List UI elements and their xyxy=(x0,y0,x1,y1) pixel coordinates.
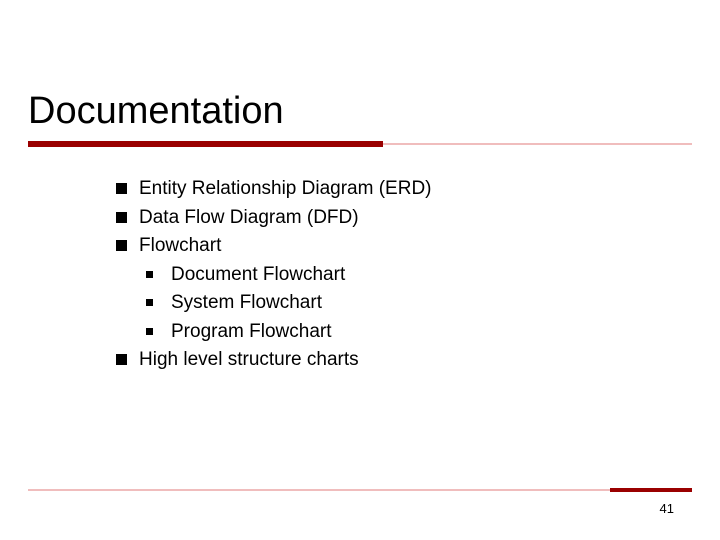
page-number: 41 xyxy=(660,501,674,516)
bullet-text: High level structure charts xyxy=(139,346,359,375)
sub-bullet-text: Document Flowchart xyxy=(171,261,345,290)
sub-bullet-item: System Flowchart xyxy=(146,289,692,318)
bullet-square-icon xyxy=(116,354,127,365)
footer-light-segment xyxy=(28,489,610,491)
sub-bullet-square-icon xyxy=(146,299,153,306)
bullet-list: Entity Relationship Diagram (ERD) Data F… xyxy=(116,175,692,375)
sub-bullet-square-icon xyxy=(146,271,153,278)
slide-content: Entity Relationship Diagram (ERD) Data F… xyxy=(28,173,692,375)
sub-bullet-list: Document Flowchart System Flowchart Prog… xyxy=(116,261,692,347)
slide-title: Documentation xyxy=(28,90,692,133)
footer-dark-segment xyxy=(610,488,692,492)
footer-divider xyxy=(28,488,692,492)
sub-bullet-text: System Flowchart xyxy=(171,289,322,318)
title-divider xyxy=(28,141,692,147)
bullet-square-icon xyxy=(116,183,127,194)
slide: Documentation Entity Relationship Diagra… xyxy=(0,0,720,540)
bullet-text: Entity Relationship Diagram (ERD) xyxy=(139,175,432,204)
bullet-square-icon xyxy=(116,212,127,223)
bullet-item: Flowchart xyxy=(116,232,692,261)
bullet-item: Entity Relationship Diagram (ERD) xyxy=(116,175,692,204)
sub-bullet-item: Program Flowchart xyxy=(146,318,692,347)
bullet-item: High level structure charts xyxy=(116,346,692,375)
divider-light-segment xyxy=(383,143,692,145)
divider-dark-segment xyxy=(28,141,383,147)
sub-bullet-square-icon xyxy=(146,328,153,335)
bullet-square-icon xyxy=(116,240,127,251)
bullet-item: Data Flow Diagram (DFD) xyxy=(116,204,692,233)
bullet-text: Flowchart xyxy=(139,232,221,261)
sub-bullet-item: Document Flowchart xyxy=(146,261,692,290)
bullet-text: Data Flow Diagram (DFD) xyxy=(139,204,359,233)
sub-bullet-text: Program Flowchart xyxy=(171,318,332,347)
